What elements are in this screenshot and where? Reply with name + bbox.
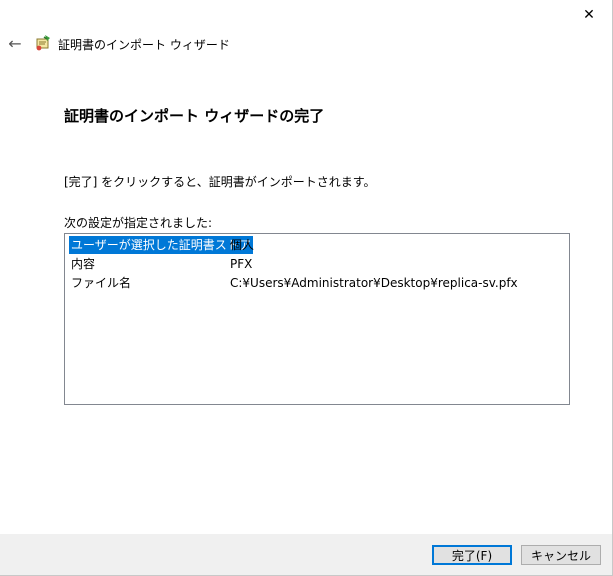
settings-row-value: 個人 <box>230 238 255 252</box>
settings-list[interactable]: ユーザーが選択した証明書ストア 個人 内容 PFX ファイル名 C:¥Users… <box>64 233 570 405</box>
settings-row-filename[interactable]: ファイル名 C:¥Users¥Administrator¥Desktop¥rep… <box>69 274 559 292</box>
certificate-wizard-icon <box>34 34 52 52</box>
cancel-button[interactable]: キャンセル <box>521 545 601 565</box>
settings-row-value: PFX <box>230 257 253 271</box>
settings-row-key: ファイル名 <box>71 276 132 290</box>
page-title: 証明書のインポート ウィザードの完了 <box>64 107 325 125</box>
settings-row-content[interactable]: 内容 PFX <box>69 255 559 273</box>
back-button[interactable]: ← <box>4 32 26 54</box>
settings-label: 次の設定が指定されました: <box>64 216 213 230</box>
description-text: [完了] をクリックすると、証明書がインポートされます。 <box>64 175 376 189</box>
footer-bar: 完了(F) キャンセル <box>0 534 612 575</box>
cancel-button-label: キャンセル <box>530 548 591 563</box>
close-icon: ✕ <box>583 7 595 23</box>
finish-button-label: 完了(F) <box>451 548 493 563</box>
settings-row-key: 内容 <box>71 257 96 271</box>
settings-row-store[interactable]: ユーザーが選択した証明書ストア 個人 <box>69 236 559 254</box>
back-arrow-icon: ← <box>8 33 22 53</box>
finish-button[interactable]: 完了(F) <box>432 545 512 565</box>
close-button[interactable]: ✕ <box>572 2 606 28</box>
certificate-import-wizard-window: ✕ ← 証明書のインポート ウィザード 証明書のインポート ウィザードの完了 [… <box>0 0 613 576</box>
settings-row-key: ユーザーが選択した証明書ストア <box>69 236 253 254</box>
window-title: 証明書のインポート ウィザード <box>58 38 230 52</box>
settings-row-value: C:¥Users¥Administrator¥Desktop¥replica-s… <box>230 276 518 290</box>
